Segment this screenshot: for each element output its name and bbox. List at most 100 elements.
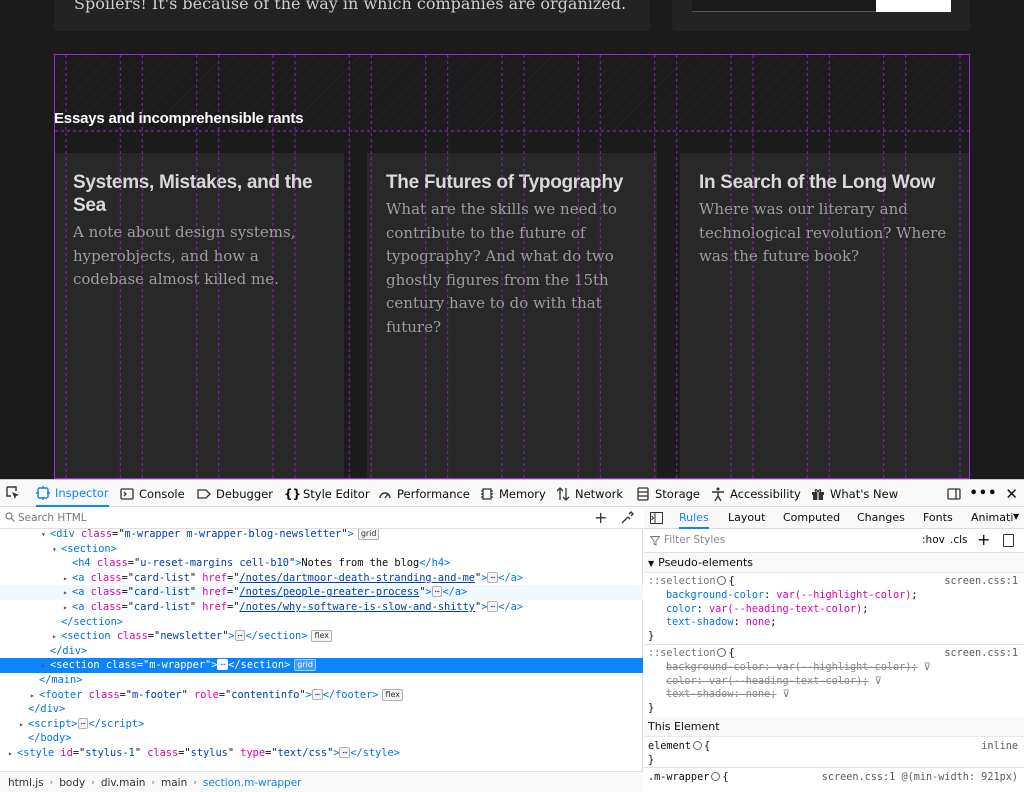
expand-toggle-icon[interactable]: ▸ (63, 572, 72, 587)
markup-pane: + ▾<div class="m-wrapper m-wrapper-blog-… (0, 507, 643, 792)
grid-badge[interactable]: grid (357, 529, 380, 540)
element-picker-icon[interactable] (6, 486, 20, 500)
tab-storage[interactable]: Storage (636, 480, 700, 507)
expand-toggle-icon[interactable]: ▾ (41, 529, 50, 543)
newsletter-submit-button[interactable] (876, 0, 951, 12)
section-heading: Essays and incomprehensible rants (54, 110, 304, 127)
attribute-value: u-reset-margins cell-b10 (140, 557, 290, 570)
dock-icon[interactable] (947, 487, 962, 501)
breadcrumb-item[interactable]: section.m-wrapper (203, 777, 302, 789)
tab-layout[interactable]: Layout (728, 507, 765, 529)
declaration[interactable]: background-color: var(--highlight-color)… (666, 589, 1024, 603)
expand-toggle-icon[interactable]: ▸ (41, 659, 50, 674)
filter-icon[interactable]: ⊽ (782, 688, 789, 702)
overridden-declaration[interactable]: background-color: var(--highlight-color)… (666, 661, 1024, 675)
collapsed-content-badge[interactable]: ⋯ (487, 601, 499, 612)
tab-style-editor[interactable]: {} Style Editor (284, 480, 370, 507)
markup-node[interactable]: </section> (0, 615, 643, 630)
tab-changes[interactable]: Changes (857, 507, 905, 529)
markup-node[interactable]: ▾ <div class="m-wrapper m-wrapper-blog-ne… (0, 529, 643, 542)
expand-toggle-icon[interactable]: ▾ (52, 543, 61, 558)
filter-icon[interactable]: ⊽ (924, 661, 931, 675)
flex-badge[interactable]: flex (382, 688, 404, 701)
network-icon (556, 486, 570, 501)
expand-toggle-icon[interactable]: ▸ (52, 630, 61, 645)
pseudo-elements-header[interactable]: ▼ Pseudo-elements (644, 553, 1024, 573)
tab-inspector[interactable]: Inspector (36, 480, 109, 507)
chevron-down-icon[interactable]: ▼ (1013, 512, 1019, 521)
overridden-declaration[interactable]: color: var(--heading-text-color); ⊽ (666, 675, 1024, 689)
grid-badge[interactable]: grid (294, 659, 316, 672)
more-options-icon[interactable]: ••• (969, 486, 997, 501)
tab-debugger[interactable]: Debugger (197, 480, 273, 507)
breadcrumb-item[interactable]: html.js (8, 777, 44, 789)
flex-badge[interactable]: flex (311, 630, 333, 643)
tab-memory[interactable]: Memory (480, 480, 546, 507)
rule-source-link[interactable]: screen.css:1 (944, 575, 1018, 589)
markup-node[interactable]: </main> (0, 673, 643, 688)
class-toggle[interactable]: .cls (950, 534, 968, 546)
declaration[interactable]: text-shadow: none; (666, 616, 1024, 630)
tab-whats-new[interactable]: What's New (811, 480, 898, 507)
markup-node[interactable]: ▸ <a class="card-list" href="/notes/dartm… (0, 571, 643, 586)
add-node-icon[interactable]: + (594, 508, 607, 527)
tab-accessibility[interactable]: Accessibility (711, 480, 801, 507)
collapsed-content-badge[interactable]: ⋯ (339, 747, 351, 758)
markup-node[interactable]: ▸ <a class="card-list" href="/notes/why-s… (0, 600, 643, 615)
layout-toggle-icon[interactable] (650, 512, 663, 524)
add-rule-icon[interactable]: + (977, 530, 990, 549)
expand-toggle-icon[interactable]: ▸ (19, 718, 28, 733)
rule-source-link[interactable]: screen.css:1 (944, 647, 1018, 661)
page-viewport: Spoilers! It's because of the way in whi… (0, 0, 1024, 479)
tab-network[interactable]: Network (556, 480, 623, 507)
closing-tag: </main> (39, 674, 83, 686)
expand-toggle-icon[interactable]: ▸ (30, 689, 39, 704)
expand-toggle-icon[interactable]: ▸ (63, 601, 72, 616)
memory-icon (481, 487, 493, 500)
breadcrumb-item[interactable]: body (59, 777, 85, 789)
declaration[interactable]: color: var(--heading-text-color); (666, 603, 1024, 617)
collapsed-content-badge[interactable]: ⋯ (217, 659, 229, 671)
markup-node[interactable]: ▾ <section> (0, 542, 643, 557)
eyedropper-icon[interactable] (620, 511, 634, 525)
tab-computed[interactable]: Computed (783, 507, 840, 529)
tab-animations[interactable]: Animati (971, 507, 1013, 529)
print-media-icon[interactable] (1003, 534, 1014, 547)
collapsed-content-badge[interactable]: ⋯ (311, 688, 323, 700)
gear-icon[interactable] (711, 772, 721, 781)
tab-console[interactable]: Console (120, 480, 185, 507)
tab-performance[interactable]: Performance (378, 480, 470, 507)
overridden-declaration[interactable]: text-shadow: none; ⊽ (666, 688, 1024, 702)
search-html-input[interactable] (18, 509, 578, 527)
expand-toggle-icon[interactable]: ▸ (8, 747, 17, 762)
hover-states-toggle[interactable]: :hov (922, 534, 945, 546)
markup-node[interactable]: ▸ <footer class="m-footer" role="contenti… (0, 688, 643, 703)
markup-node-selected[interactable]: ▸ <section class="m-wrapper"> ⋯ </section> g… (0, 658, 643, 673)
gear-icon[interactable] (692, 741, 702, 750)
markup-node[interactable]: ▸ <style id="stylus-1" class="stylus" typ… (0, 746, 643, 761)
breadcrumb-item[interactable]: div.main (101, 777, 146, 789)
markup-node[interactable]: </div> (0, 702, 643, 717)
markup-node[interactable]: </body> (0, 731, 643, 746)
rule-source-link[interactable]: screen.css:1 @(min-width: 921px) (822, 771, 1018, 785)
expand-toggle-icon[interactable]: ▸ (63, 586, 72, 601)
markup-node[interactable]: <h4 class="u-reset-margins cell-b10">Not… (0, 556, 643, 571)
collapsed-content-badge[interactable]: ⋯ (234, 630, 246, 642)
collapsed-content-badge[interactable]: ⋯ (431, 586, 443, 598)
newsletter-email-input[interactable] (692, 0, 876, 12)
filter-styles-input[interactable]: Filter Styles (664, 534, 725, 546)
closing-tag: </a> (498, 601, 524, 613)
filter-icon[interactable]: ⊽ (874, 675, 881, 689)
tab-fonts[interactable]: Fonts (923, 507, 953, 529)
collapsed-content-badge[interactable]: ⋯ (77, 717, 89, 729)
breadcrumb-item[interactable]: main (161, 777, 187, 789)
gear-icon[interactable] (717, 576, 727, 585)
gear-icon[interactable] (717, 648, 727, 657)
markup-node[interactable]: ▸ <a class="card-list" href="/notes/peopl… (0, 585, 643, 600)
markup-node[interactable]: ▸ <script> ⋯ </script> (0, 717, 643, 732)
tab-rules[interactable]: Rules (679, 507, 709, 529)
collapsed-content-badge[interactable]: ⋯ (487, 571, 499, 583)
markup-node[interactable]: </div> (0, 644, 643, 659)
close-icon[interactable]: ✕ (1005, 485, 1018, 503)
markup-node[interactable]: ▸ <section class="newsletter"> ⋯ </section>… (0, 629, 643, 644)
